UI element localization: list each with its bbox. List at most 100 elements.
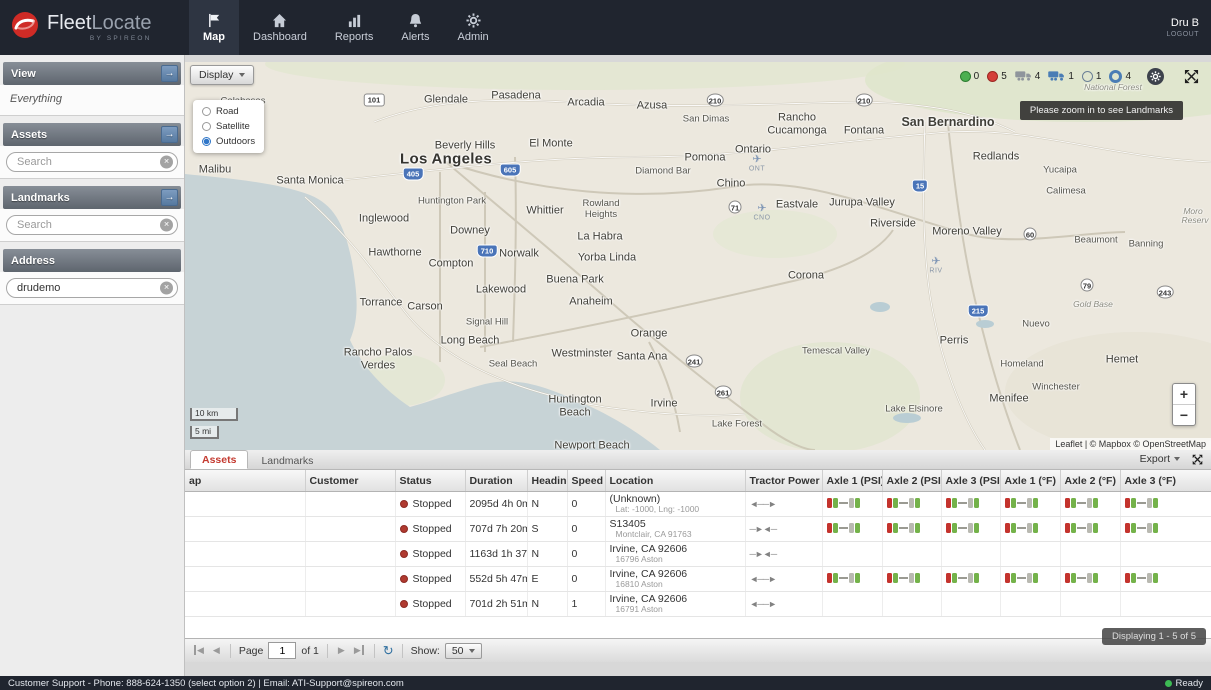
map-canvas[interactable]: National ForestCalabasasGlendalePasadena… (185, 62, 1211, 450)
nav-item-map[interactable]: Map (189, 0, 239, 55)
axle-cell (1120, 517, 1211, 542)
landmarks-panel-arrow-button[interactable] (161, 189, 178, 206)
axle-cell (882, 517, 941, 542)
table-row[interactable]: Stopped707d 7h 20mS0S13405Montclair, CA … (185, 517, 1211, 542)
col-header[interactable]: Customer (305, 470, 395, 492)
layer-option-outdoors[interactable]: Outdoors (202, 136, 255, 147)
table-row[interactable]: Stopped1163d 1h 37mN0Irvine, CA 92606167… (185, 542, 1211, 567)
address-clear-icon[interactable] (160, 282, 173, 295)
axle-indicator (1065, 523, 1098, 533)
col-header[interactable]: Axle 2 (°F) (1060, 470, 1120, 492)
speed-cell: 1 (567, 592, 605, 617)
stopped-filter[interactable]: 5 (987, 71, 1007, 82)
col-header[interactable]: ap (185, 470, 305, 492)
col-header[interactable]: Duration (465, 470, 527, 492)
status-cell: Stopped (395, 517, 465, 542)
axle-indicator (946, 523, 979, 533)
nav-item-reports[interactable]: Reports (321, 0, 388, 55)
next-page-button[interactable] (336, 645, 347, 656)
table-row[interactable]: Stopped552d 5h 47mE0Irvine, CA 926061681… (185, 567, 1211, 592)
table-row[interactable]: Stopped701d 2h 51mN1Irvine, CA 926061679… (185, 592, 1211, 617)
zoom-out-button[interactable]: − (1173, 404, 1195, 425)
axle-cell (1000, 492, 1060, 517)
axle-indicator (1065, 573, 1098, 583)
tractor-power-cell: ◄──► (745, 567, 822, 592)
col-header[interactable]: Axle 1 (°F) (1000, 470, 1060, 492)
display-dropdown-button[interactable]: Display (190, 65, 254, 85)
nav-item-admin[interactable]: Admin (443, 0, 502, 55)
duration-cell: 1163d 1h 37m (465, 542, 527, 567)
assets-search-clear-icon[interactable] (160, 156, 173, 169)
last-page-button[interactable] (352, 645, 366, 656)
layer-option-road[interactable]: Road (202, 106, 255, 117)
table-row[interactable]: Stopped2095d 4h 0mN0(Unknown)Lat: -1000,… (185, 492, 1211, 517)
address-panel-header[interactable]: Address (3, 249, 181, 272)
col-header[interactable]: Axle 1 (PSI) (822, 470, 882, 492)
landmark-zoom-tooltip: Please zoom in to see Landmarks (1020, 101, 1183, 120)
tractor-power-cell: ─►◄─ (745, 517, 822, 542)
logout-link[interactable]: LOGOUT (1166, 31, 1199, 38)
scale-km: 10 km (190, 408, 238, 421)
col-header[interactable]: Axle 3 (PSI) (941, 470, 1000, 492)
address-input[interactable] (6, 278, 178, 298)
bar-chart-icon (347, 12, 362, 28)
tractor-power-icon: ─►◄─ (750, 524, 777, 534)
col-header[interactable]: Location (605, 470, 745, 492)
view-selected-value[interactable]: Everything (6, 91, 178, 109)
map-settings-gear-icon[interactable] (1147, 68, 1164, 85)
col-header[interactable]: Speed (567, 470, 605, 492)
col-header[interactable]: Heading (527, 470, 567, 492)
map-expand-icon[interactable] (1184, 69, 1199, 84)
zoom-in-button[interactable]: + (1173, 384, 1195, 404)
panel-collapse-icon[interactable] (1192, 454, 1203, 465)
axle-indicator (827, 573, 860, 583)
assets-table-body: Stopped2095d 4h 0mN0(Unknown)Lat: -1000,… (185, 492, 1211, 617)
top-navbar: FleetLocate BY SPIREON Map Dashboard (0, 0, 1211, 55)
gray-trailer-filter[interactable]: 4 (1015, 70, 1041, 84)
landmarks-search-input[interactable] (6, 215, 178, 235)
nav-item-dashboard[interactable]: Dashboard (239, 0, 321, 55)
col-header[interactable]: Axle 3 (°F) (1120, 470, 1211, 492)
col-header[interactable]: Tractor Power (745, 470, 822, 492)
brand-logo[interactable]: FleetLocate BY SPIREON (0, 0, 185, 55)
col-header[interactable]: Axle 2 (PSI) (882, 470, 941, 492)
view-panel-header[interactable]: View (3, 62, 181, 85)
brand-name-locate: Locate (91, 12, 151, 34)
asset-name-cell (185, 542, 305, 567)
bell-icon (408, 12, 423, 28)
landmarks-panel-header[interactable]: Landmarks (3, 186, 181, 209)
landmark-thin-filter[interactable]: 1 (1082, 71, 1102, 82)
thick-circle-count: 4 (1125, 71, 1131, 82)
heading-cell: N (527, 542, 567, 567)
page-label: Page (239, 645, 264, 657)
blue-trailer-filter[interactable]: 1 (1048, 70, 1074, 84)
axle-indicator (1125, 523, 1158, 533)
stopped-dot-icon (400, 500, 408, 508)
page-number-input[interactable] (268, 642, 296, 659)
duration-cell: 701d 2h 51m (465, 592, 527, 617)
refresh-icon[interactable] (383, 644, 394, 657)
asset-name-cell (185, 567, 305, 592)
map-flag-icon (207, 12, 222, 28)
landmarks-search-clear-icon[interactable] (160, 219, 173, 232)
landmark-thick-filter[interactable]: 4 (1109, 70, 1131, 83)
asset-name-cell (185, 492, 305, 517)
axle-indicator (1005, 498, 1038, 508)
export-button[interactable]: Export (1140, 453, 1180, 465)
axle-cell (1000, 542, 1060, 567)
view-panel-arrow-button[interactable] (161, 65, 178, 82)
user-menu[interactable]: Dru B LOGOUT (1166, 0, 1211, 55)
nav-item-alerts[interactable]: Alerts (387, 0, 443, 55)
assets-panel-header[interactable]: Assets (3, 123, 181, 146)
tab-landmarks[interactable]: Landmarks (250, 452, 324, 469)
radio-outdoors-icon (202, 137, 211, 146)
tab-assets[interactable]: Assets (190, 450, 248, 469)
previous-page-button[interactable] (211, 645, 222, 656)
assets-panel-arrow-button[interactable] (161, 126, 178, 143)
page-size-select[interactable]: 50 (445, 643, 482, 659)
assets-search-input[interactable] (6, 152, 178, 172)
col-header[interactable]: Status (395, 470, 465, 492)
layer-option-satellite[interactable]: Satellite (202, 121, 255, 132)
first-page-button[interactable] (192, 645, 206, 656)
moving-filter[interactable]: 0 (960, 71, 980, 82)
